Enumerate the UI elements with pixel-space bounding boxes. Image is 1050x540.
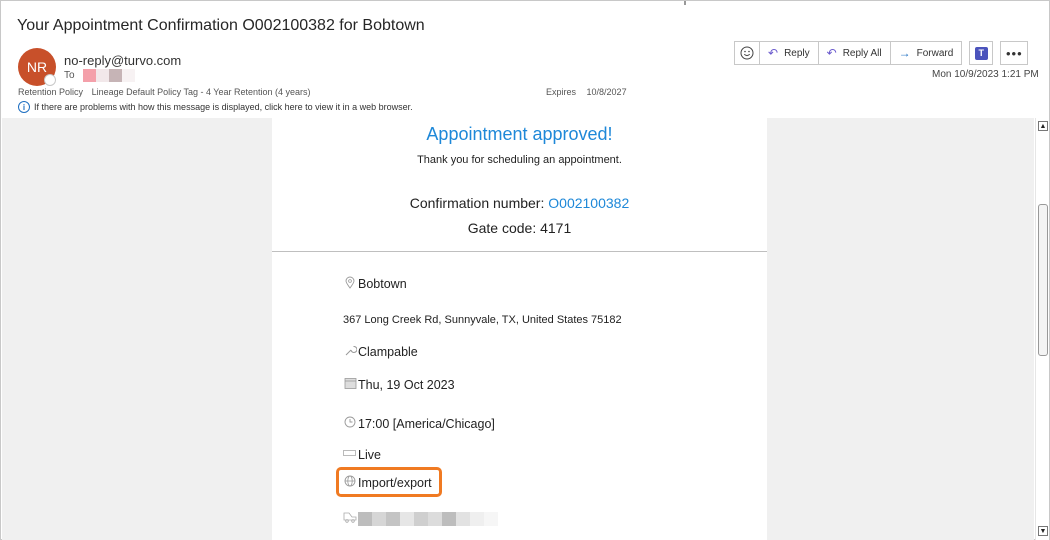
expires-value: 10/8/2027: [586, 87, 627, 97]
confirmation-label: Confirmation number:: [409, 195, 549, 211]
more-actions-button[interactable]: •••: [1000, 41, 1029, 65]
date-row: Thu, 19 Oct 2023: [343, 377, 455, 392]
avatar-initials: NR: [26, 59, 48, 75]
dock-type-text: Clampable: [358, 345, 418, 359]
forward-icon: →: [898, 46, 911, 60]
reply-icon: ↶: [768, 46, 779, 60]
smiley-icon: [740, 46, 754, 60]
load-type-row: Live: [343, 448, 381, 462]
forward-button[interactable]: → Forward: [889, 41, 963, 65]
email-body: Appointment approved! Thank you for sche…: [272, 118, 767, 540]
carrier-row: [343, 511, 498, 526]
received-datetime: Mon 10/9/2023 1:21 PM: [932, 69, 1039, 80]
display-problem-bar[interactable]: i If there are problems with how this me…: [18, 101, 413, 113]
thanks-text: Thank you for scheduling an appointment.: [417, 154, 622, 166]
forward-label: Forward: [916, 47, 954, 59]
map-pin-icon: [343, 276, 357, 292]
gate-code: Gate code: 4171: [467, 220, 572, 236]
email-window: Your Appointment Confirmation O002100382…: [0, 0, 1050, 540]
vertical-scrollbar[interactable]: ▲ ▼: [1035, 118, 1049, 540]
teams-share-button[interactable]: T: [969, 41, 994, 65]
truck-icon: [343, 448, 357, 462]
date-text: Thu, 19 Oct 2023: [358, 377, 455, 392]
expires-label: Expires: [546, 87, 577, 97]
reply-all-icon: ↶: [826, 46, 837, 60]
confirmation-line: Confirmation number: O002100382: [272, 195, 767, 211]
scroll-up-arrow-icon[interactable]: ▲: [1038, 121, 1048, 131]
sender-address[interactable]: no-reply@turvo.com: [64, 53, 181, 68]
trailer-icon: [343, 511, 357, 526]
carrier-redacted: [358, 511, 498, 526]
reply-button[interactable]: ↶ Reply: [759, 41, 819, 65]
location-name: Bobtown: [358, 277, 407, 291]
section-divider: [272, 251, 767, 252]
more-icon: •••: [1005, 45, 1023, 61]
info-icon: i: [18, 101, 30, 113]
display-problem-text[interactable]: If there are problems with how this mess…: [34, 102, 413, 112]
reply-all-label: Reply All: [842, 47, 882, 59]
calendar-icon: [343, 377, 357, 392]
address-text: 367 Long Creek Rd, Sunnyvale, TX, United…: [343, 314, 622, 326]
recipient-redacted[interactable]: [83, 69, 135, 82]
scroll-thumb[interactable]: [1038, 204, 1048, 356]
teams-icon: T: [974, 46, 988, 60]
retention-label: Retention Policy: [18, 87, 84, 97]
expires-info: Expires 10/8/2027: [546, 87, 627, 97]
time-row: 17:00 [America/Chicago]: [343, 416, 495, 431]
location-row: Bobtown: [343, 276, 407, 292]
presence-status-icon: [44, 74, 56, 86]
email-subject: Your Appointment Confirmation O002100382…: [17, 17, 425, 34]
message-toolbar: ↶ Reply ↶ Reply All → Forward T •••: [734, 41, 1029, 65]
resize-grip: [684, 1, 686, 5]
category-highlight-box: [336, 467, 442, 497]
load-type-text: Live: [358, 448, 381, 462]
retention-policy: Retention Policy Lineage Default Policy …: [18, 87, 311, 97]
to-label: To: [64, 70, 75, 81]
scroll-down-arrow-icon[interactable]: ▼: [1038, 526, 1048, 536]
emoji-reaction-button[interactable]: [734, 41, 760, 65]
time-text: 17:00 [America/Chicago]: [358, 416, 495, 431]
reply-all-button[interactable]: ↶ Reply All: [817, 41, 891, 65]
reply-label: Reply: [784, 47, 810, 59]
dock-type-row: Clampable: [343, 344, 418, 360]
confirmation-number[interactable]: O002100382: [548, 195, 629, 211]
approval-headline: Appointment approved!: [426, 124, 613, 144]
retention-value: Lineage Default Policy Tag - 4 Year Rete…: [91, 87, 311, 97]
clock-icon: [343, 416, 357, 431]
wrench-icon: [343, 344, 357, 360]
